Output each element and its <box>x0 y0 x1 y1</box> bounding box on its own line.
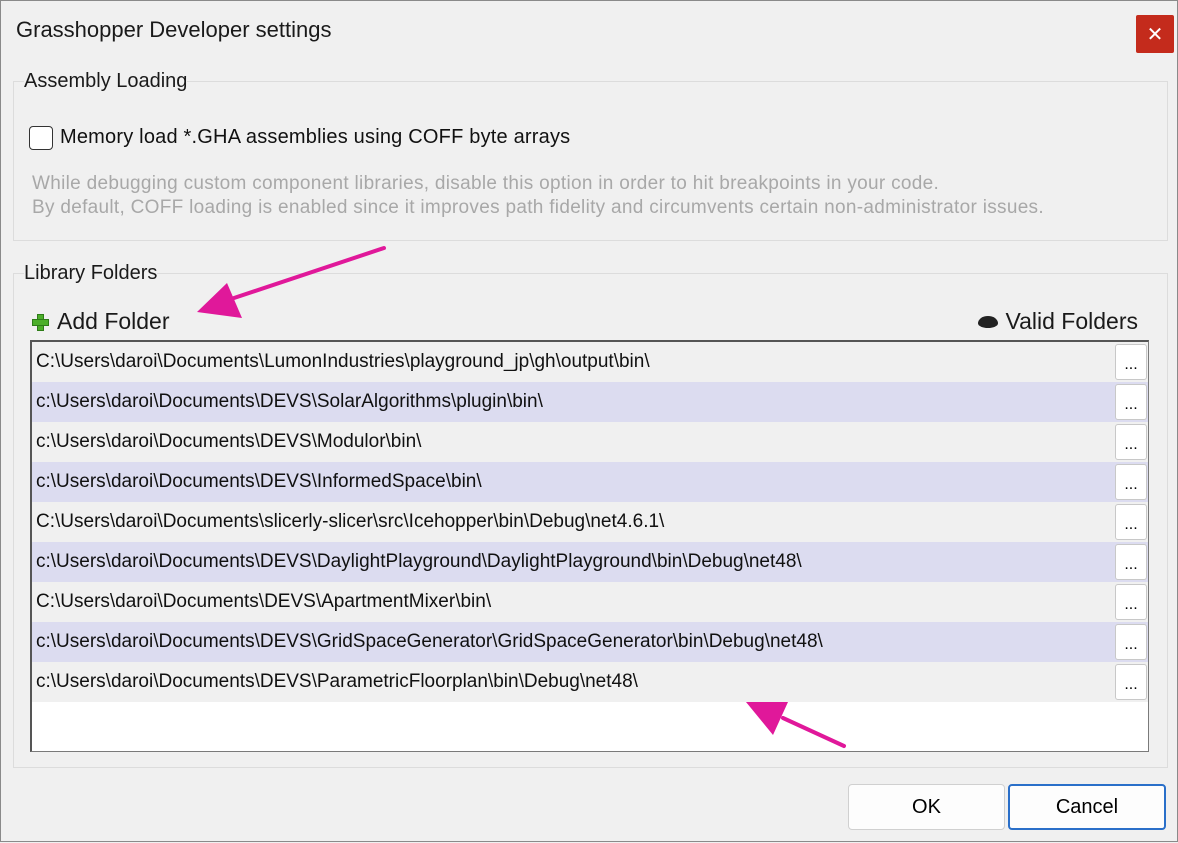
close-button[interactable]: ✕ <box>1136 15 1174 53</box>
valid-folders-toggle[interactable]: Valid Folders <box>978 308 1138 335</box>
title-bar: Grasshopper Developer settings ✕ <box>1 1 1177 61</box>
folder-path: C:\Users\daroi\Documents\DEVS\ApartmentM… <box>36 591 492 612</box>
folder-path: C:\Users\daroi\Documents\LumonIndustries… <box>36 351 650 372</box>
folder-row[interactable]: c:\Users\daroi\Documents\DEVS\GridSpaceG… <box>32 622 1148 662</box>
eye-icon <box>978 315 999 328</box>
folder-row[interactable]: c:\Users\daroi\Documents\DEVS\DaylightPl… <box>32 542 1148 582</box>
folder-path: c:\Users\daroi\Documents\DEVS\InformedSp… <box>36 471 482 492</box>
folder-path: c:\Users\daroi\Documents\DEVS\GridSpaceG… <box>36 631 823 652</box>
close-icon: ✕ <box>1146 23 1164 46</box>
folder-row[interactable]: c:\Users\daroi\Documents\DEVS\SolarAlgor… <box>32 382 1148 422</box>
browse-folder-button[interactable]: ... <box>1115 464 1147 500</box>
add-folder-label: Add Folder <box>57 308 170 334</box>
library-folders-title: Library Folders <box>24 262 158 285</box>
browse-folder-button[interactable]: ... <box>1115 344 1147 380</box>
coff-hint-line-2: By default, COFF loading is enabled sinc… <box>32 197 1044 218</box>
browse-folder-button[interactable]: ... <box>1115 624 1147 660</box>
browse-folder-button[interactable]: ... <box>1115 384 1147 420</box>
folder-path: c:\Users\daroi\Documents\DEVS\DaylightPl… <box>36 551 802 572</box>
browse-folder-button[interactable]: ... <box>1115 664 1147 700</box>
ok-button[interactable]: OK <box>848 784 1005 830</box>
coff-loading-label[interactable]: Memory load *.GHA assemblies using COFF … <box>60 126 570 149</box>
folder-path: c:\Users\daroi\Documents\DEVS\Modulor\bi… <box>36 431 422 452</box>
folder-row[interactable]: c:\Users\daroi\Documents\DEVS\Modulor\bi… <box>32 422 1148 462</box>
coff-loading-checkbox[interactable] <box>29 126 53 150</box>
coff-hint-line-1: While debugging custom component librari… <box>32 173 940 194</box>
cancel-button[interactable]: Cancel <box>1008 784 1166 830</box>
folder-row[interactable]: C:\Users\daroi\Documents\slicerly-slicer… <box>32 502 1148 542</box>
folder-row[interactable]: c:\Users\daroi\Documents\DEVS\InformedSp… <box>32 462 1148 502</box>
browse-folder-button[interactable]: ... <box>1115 424 1147 460</box>
browse-folder-button[interactable]: ... <box>1115 544 1147 580</box>
browse-folder-button[interactable]: ... <box>1115 504 1147 540</box>
browse-folder-button[interactable]: ... <box>1115 584 1147 620</box>
plus-icon <box>31 313 49 331</box>
folder-path: c:\Users\daroi\Documents\DEVS\SolarAlgor… <box>36 391 543 412</box>
folder-row[interactable]: c:\Users\daroi\Documents\DEVS\Parametric… <box>32 662 1148 702</box>
add-folder-button[interactable]: Add Folder <box>31 308 170 335</box>
folder-row[interactable]: C:\Users\daroi\Documents\LumonIndustries… <box>32 342 1148 382</box>
valid-folders-label: Valid Folders <box>1005 308 1138 334</box>
folder-list[interactable]: C:\Users\daroi\Documents\LumonIndustries… <box>30 340 1149 752</box>
folder-row[interactable]: C:\Users\daroi\Documents\DEVS\ApartmentM… <box>32 582 1148 622</box>
folder-path: c:\Users\daroi\Documents\DEVS\Parametric… <box>36 671 638 692</box>
dialog-title: Grasshopper Developer settings <box>16 17 332 42</box>
settings-dialog: Grasshopper Developer settings ✕ Assembl… <box>0 0 1178 842</box>
folder-path: C:\Users\daroi\Documents\slicerly-slicer… <box>36 511 665 532</box>
assembly-loading-title: Assembly Loading <box>24 70 188 93</box>
